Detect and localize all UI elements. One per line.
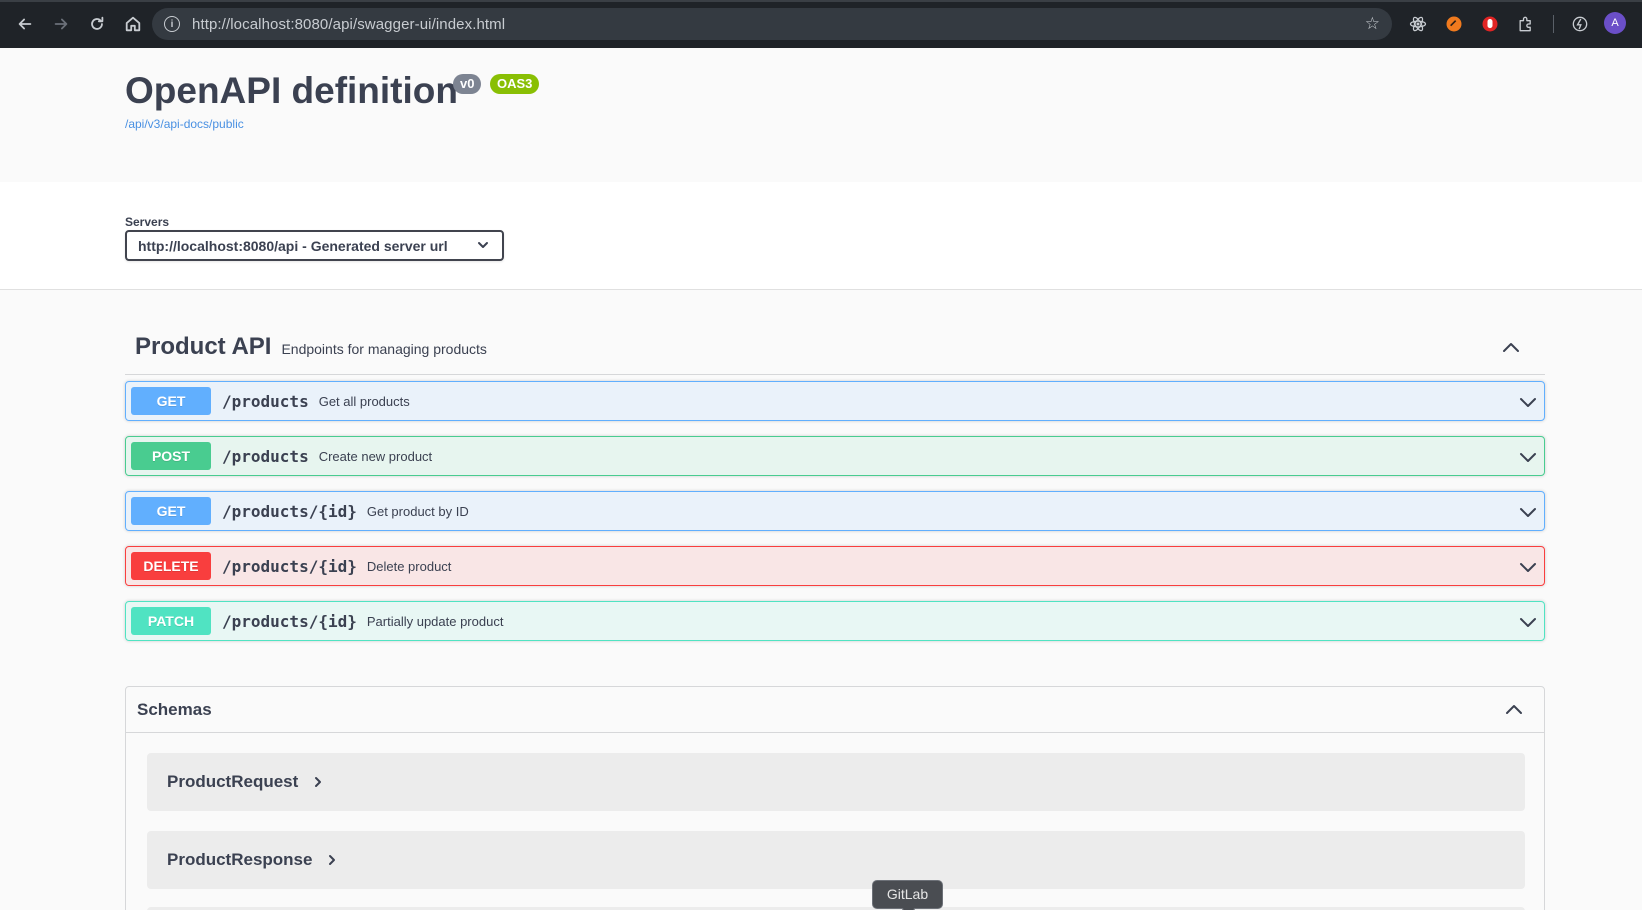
method-badge: POST	[131, 442, 211, 470]
operation-summary: Get all products	[318, 393, 410, 409]
reload-icon	[91, 16, 104, 30]
servers-selected-value: http://localhost:8080/api - Generated se…	[138, 237, 448, 254]
home-icon	[125, 16, 141, 32]
browser-toolbar: i http://localhost:8080/api/swagger-ui/i…	[0, 0, 1642, 48]
spec-link[interactable]: /api/v3/api-docs/public	[125, 117, 244, 131]
method-badge: DELETE	[131, 552, 211, 580]
arrow-left-icon	[18, 18, 32, 30]
arrow-right-icon	[54, 18, 68, 30]
model-name: ProductResponse	[167, 850, 313, 869]
operation-path: /products	[222, 446, 309, 466]
tag-description: Endpoints for managing products	[281, 341, 487, 357]
chevron-right-icon[interactable]	[326, 854, 338, 866]
back-button[interactable]	[10, 9, 40, 39]
operation-summary: Create new product	[318, 448, 433, 464]
operation-summary: Partially update product	[366, 613, 504, 629]
chevron-down-icon[interactable]	[1518, 392, 1538, 412]
reload-button[interactable]	[82, 9, 112, 39]
api-info: OpenAPI definition v0 OAS3	[125, 70, 540, 112]
version-badge: v0	[453, 74, 482, 94]
method-badge: PATCH	[131, 607, 211, 635]
model-name: ProductRequest	[167, 772, 299, 791]
red-hand-extension-icon[interactable]	[1478, 12, 1502, 36]
chevron-down-icon[interactable]	[1518, 557, 1538, 577]
page-title: OpenAPI definition	[125, 70, 458, 111]
chevron-up-icon[interactable]	[1504, 700, 1524, 720]
extensions-puzzle-icon[interactable]	[1514, 12, 1538, 36]
operation-patch-product[interactable]: PATCH /products/{id} Partially update pr…	[125, 601, 1545, 641]
tag-product-api[interactable]: Product API Endpoints for managing produ…	[125, 320, 1545, 375]
operation-delete-product[interactable]: DELETE /products/{id} Delete product	[125, 546, 1545, 586]
url-text[interactable]: http://localhost:8080/api/swagger-ui/ind…	[192, 16, 505, 33]
chevron-down-icon[interactable]	[1518, 447, 1538, 467]
toolbar-divider	[1553, 15, 1554, 33]
gitlab-tooltip: GitLab	[872, 880, 943, 909]
method-badge: GET	[131, 497, 211, 525]
performance-icon[interactable]	[1568, 12, 1592, 36]
orange-extension-icon[interactable]	[1442, 12, 1466, 36]
tag-name: Product API	[135, 333, 272, 360]
react-devtools-icon[interactable]	[1406, 12, 1430, 36]
schemas-header[interactable]: Schemas	[126, 687, 1544, 733]
chevron-right-icon[interactable]	[312, 776, 324, 788]
chevron-down-icon[interactable]	[1518, 502, 1538, 522]
servers-label: Servers	[125, 215, 170, 229]
model-product-request[interactable]: ProductRequest	[147, 753, 1525, 811]
bookmark-star-icon[interactable]: ☆	[1365, 14, 1380, 34]
method-badge: GET	[131, 387, 211, 415]
profile-avatar[interactable]: A	[1604, 12, 1626, 34]
operation-path: /products/{id}	[222, 556, 357, 576]
home-button[interactable]	[118, 9, 148, 39]
operation-get-product-by-id[interactable]: GET /products/{id} Get product by ID	[125, 491, 1545, 531]
operation-path: /products/{id}	[222, 611, 357, 631]
schemas-title: Schemas	[137, 699, 212, 719]
servers-select[interactable]: http://localhost:8080/api - Generated se…	[125, 230, 504, 261]
operation-post-products[interactable]: POST /products Create new product	[125, 436, 1545, 476]
oas-badge: OAS3	[490, 74, 540, 94]
schemas-section: Schemas ProductRequest ProductResponse	[125, 686, 1545, 910]
servers-section: Servers http://localhost:8080/api - Gene…	[0, 182, 1642, 290]
operation-path: /products/{id}	[222, 501, 357, 521]
address-bar[interactable]: i http://localhost:8080/api/swagger-ui/i…	[152, 8, 1392, 40]
operation-summary: Delete product	[366, 558, 452, 574]
operation-summary: Get product by ID	[366, 503, 469, 519]
operation-path: /products	[222, 391, 309, 411]
chevron-up-icon[interactable]	[1501, 338, 1521, 358]
model-product-response[interactable]: ProductResponse	[147, 831, 1525, 889]
site-info-icon[interactable]: i	[164, 16, 180, 32]
operation-get-products[interactable]: GET /products Get all products	[125, 381, 1545, 421]
forward-button[interactable]	[46, 9, 76, 39]
chevron-down-icon[interactable]	[1518, 612, 1538, 632]
chevron-down-icon	[478, 242, 488, 248]
